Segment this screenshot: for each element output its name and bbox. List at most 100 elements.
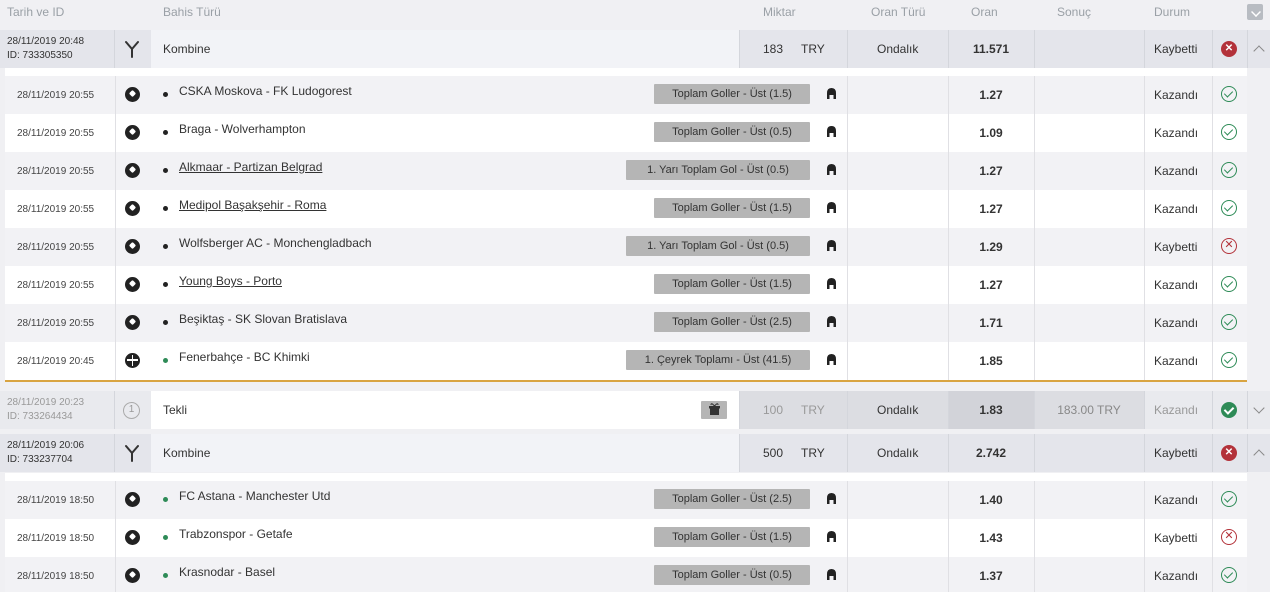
selection-odds: 1.27 xyxy=(979,202,1003,216)
match-name[interactable]: Young Boys - Porto xyxy=(179,262,282,300)
stats-icon[interactable] xyxy=(826,530,837,543)
bet-id: ID: 733264434 xyxy=(7,411,73,422)
divider xyxy=(1144,76,1145,114)
selection-dot xyxy=(163,497,168,502)
divider xyxy=(1247,30,1248,68)
bet-result xyxy=(1034,434,1144,472)
divider xyxy=(115,266,116,304)
match-name[interactable]: Alkmaar - Partizan Belgrad xyxy=(179,148,322,186)
market-label: Toplam Goller - Üst (1.5) xyxy=(654,274,810,294)
expand-chevron-icon[interactable] xyxy=(1253,402,1265,414)
stats-icon[interactable] xyxy=(826,353,837,366)
collapse-chevron-icon[interactable] xyxy=(1253,45,1265,57)
selection-row: 28/11/2019 20:55 Beşiktaş - SK Slovan Bra… xyxy=(5,304,1247,342)
bet-amount: 500 xyxy=(763,446,784,460)
selection-date: 28/11/2019 20:55 xyxy=(17,241,95,253)
bet-row[interactable]: 28/11/2019 20:23 ID: 733264434 1 Tekli 100 TR… xyxy=(0,391,1270,429)
divider xyxy=(1212,557,1213,592)
divider xyxy=(115,228,116,266)
bet-row[interactable]: 28/11/2019 20:48 ID: 733305350 Kombine 183 T… xyxy=(0,30,1270,68)
selection-date: 28/11/2019 20:45 xyxy=(17,355,95,367)
lost-x-icon: ✕ xyxy=(1221,238,1237,254)
lost-x-icon: ✕ xyxy=(1221,529,1237,545)
stats-icon[interactable] xyxy=(826,163,837,176)
stats-icon[interactable] xyxy=(826,239,837,252)
header-status: Durum xyxy=(1154,5,1191,19)
divider xyxy=(1034,481,1035,519)
divider xyxy=(739,30,740,68)
stats-icon[interactable] xyxy=(826,201,837,214)
selection-odds: 1.27 xyxy=(979,88,1003,102)
match-name[interactable]: Medipol Başakşehir - Roma xyxy=(179,186,326,224)
selection-odds: 1.37 xyxy=(979,569,1003,583)
bet-type: Kombine xyxy=(163,446,211,460)
selection-dot xyxy=(163,130,168,135)
stats-icon[interactable] xyxy=(826,568,837,581)
selection-row: 28/11/2019 18:50 Trabzonspor - Getafe Topl… xyxy=(5,519,1247,557)
selection-row: 28/11/2019 18:50 Krasnodar - Basel Toplam … xyxy=(5,557,1247,592)
divider xyxy=(1212,304,1213,342)
stats-icon[interactable] xyxy=(826,277,837,290)
selection-date: 28/11/2019 20:55 xyxy=(17,165,95,177)
header-odds-type: Oran Türü xyxy=(871,5,926,19)
selection-status: Kazandı xyxy=(1154,493,1199,507)
bet-id: ID: 733305350 xyxy=(7,50,73,61)
divider xyxy=(1212,152,1213,190)
gift-icon-button[interactable] xyxy=(701,401,727,419)
divider xyxy=(1034,342,1035,380)
divider xyxy=(115,557,116,592)
won-check-icon xyxy=(1221,314,1237,330)
selection-dot xyxy=(163,358,168,363)
selection-dot xyxy=(163,168,168,173)
selection-dot xyxy=(163,282,168,287)
bet-currency: TRY xyxy=(801,403,825,417)
bet-row[interactable]: 28/11/2019 20:06 ID: 733237704 Kombine 500 T… xyxy=(0,434,1270,472)
divider xyxy=(1212,519,1213,557)
divider xyxy=(1144,152,1145,190)
divider xyxy=(1034,76,1035,114)
market-label: Toplam Goller - Üst (1.5) xyxy=(654,198,810,218)
bet-type-cell xyxy=(151,30,739,68)
divider xyxy=(1144,391,1145,429)
selection-date: 28/11/2019 18:50 xyxy=(17,494,95,506)
won-check-icon xyxy=(1221,491,1237,507)
combo-bet-icon xyxy=(124,40,140,58)
lost-x-icon: ✕ xyxy=(1221,41,1237,57)
divider xyxy=(1034,190,1035,228)
divider xyxy=(847,30,848,68)
selection-status: Kaybetti xyxy=(1154,240,1198,254)
collapse-all-button[interactable] xyxy=(1247,4,1263,20)
divider xyxy=(1034,152,1035,190)
stats-icon[interactable] xyxy=(826,125,837,138)
won-check-icon xyxy=(1221,86,1237,102)
football-icon xyxy=(125,163,140,178)
bet-date: 28/11/2019 20:06 xyxy=(7,440,85,451)
stats-icon[interactable] xyxy=(826,315,837,328)
selection-dot xyxy=(163,320,168,325)
stats-icon[interactable] xyxy=(826,87,837,100)
divider xyxy=(847,391,848,429)
selection-row: 28/11/2019 20:55 Medipol Başakşehir - Rom… xyxy=(5,190,1247,228)
selection-date: 28/11/2019 20:55 xyxy=(17,279,95,291)
divider xyxy=(847,190,848,228)
collapse-chevron-icon[interactable] xyxy=(1253,449,1265,461)
won-check-icon xyxy=(1221,567,1237,583)
divider xyxy=(847,228,848,266)
football-icon xyxy=(125,530,140,545)
bet-status: Kaybetti xyxy=(1154,42,1198,56)
divider xyxy=(847,519,848,557)
divider xyxy=(847,342,848,380)
table-header: Tarih ve ID Bahis Türü Miktar Oran Türü … xyxy=(0,0,1270,30)
bet-date-id: 28/11/2019 20:48 ID: 733305350 xyxy=(7,30,84,68)
divider xyxy=(1212,114,1213,152)
selection-row: 28/11/2019 20:45 Fenerbahçe - BC Khimki 1.… xyxy=(5,342,1247,380)
selection-date: 28/11/2019 20:55 xyxy=(17,127,95,139)
selection-date: 28/11/2019 20:55 xyxy=(17,89,95,101)
selection-row: 28/11/2019 20:55 Alkmaar - Partizan Belgr… xyxy=(5,152,1247,190)
selection-odds: 1.27 xyxy=(979,278,1003,292)
market-label: Toplam Goller - Üst (2.5) xyxy=(654,489,810,509)
stats-icon[interactable] xyxy=(826,492,837,505)
selection-odds: 1.43 xyxy=(979,531,1003,545)
bet-type: Kombine xyxy=(163,42,211,56)
selection-status: Kazandı xyxy=(1154,278,1199,292)
